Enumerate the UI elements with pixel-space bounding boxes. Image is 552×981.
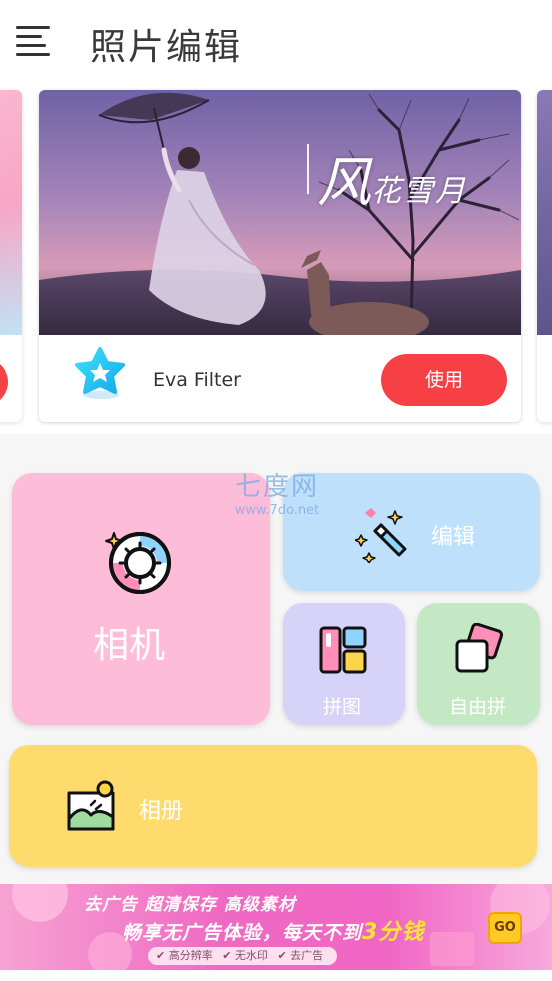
filter-carousel[interactable]: 风花雪月 Eva Filter 使用 (0, 84, 552, 434)
collage-tile[interactable]: 拼图 (283, 603, 405, 725)
photo-editor-screen: 照片编辑 风花雪月 Eva Filter 使用 相机 编辑 拼图 自由拼 相册 … (0, 0, 552, 981)
hamburger-menu-icon[interactable] (16, 26, 50, 56)
use-filter-button[interactable]: 使用 (381, 354, 507, 406)
card-thumbnail (0, 90, 22, 335)
carousel-card-next[interactable] (537, 90, 552, 422)
layout-grid-icon (319, 626, 367, 674)
banner-caption: 风花雪月 (317, 138, 467, 217)
album-tile[interactable]: 相册 (9, 745, 537, 867)
ad-price-highlight: 3分钱 (362, 920, 425, 945)
ad-feature-tags: ✔ 高分辨率 ✔ 无水印 ✔ 去广告 (148, 947, 338, 965)
ad-subline: 畅享无广告体验，每天不到3分钱 (122, 914, 424, 946)
ad-tag: ✔ 无水印 (222, 949, 268, 962)
carousel-card-previous[interactable] (0, 90, 22, 422)
ad-tag: ✔ 高分辨率 (156, 949, 213, 962)
ad-subline-text: 畅享无广告体验，每天不到 (122, 922, 363, 944)
camera-lens-icon (105, 532, 171, 594)
camera-label: 相机 (92, 625, 165, 666)
caption-divider (307, 144, 309, 194)
free-collage-tile[interactable]: 自由拼 (417, 603, 540, 725)
card-thumbnail (537, 90, 552, 335)
album-label: 相册 (139, 799, 184, 824)
magic-wand-icon (355, 508, 407, 563)
bottom-strip (0, 970, 552, 981)
landscape-photo-icon (67, 780, 115, 831)
card-use-button[interactable] (0, 358, 8, 406)
free-collage-label: 自由拼 (449, 696, 507, 718)
featured-banner-image[interactable]: 风花雪月 (39, 90, 521, 335)
collage-label: 拼图 (323, 696, 362, 718)
ad-headline: 去广告 超清保存 高级素材 (84, 895, 296, 915)
premium-ad-banner[interactable]: 去广告 超清保存 高级素材 畅享无广告体验，每天不到3分钱 ✔ 高分辨率 ✔ 无… (0, 884, 552, 970)
star-badge-icon (75, 347, 125, 399)
page-title: 照片编辑 (90, 27, 243, 68)
watermark-title: 七度网 (234, 472, 319, 502)
ad-go-button[interactable]: GO (488, 912, 522, 944)
app-header: 照片编辑 (0, 0, 552, 84)
site-watermark: 七度网 www.7do.net (222, 466, 332, 518)
edit-label: 编辑 (431, 525, 476, 550)
stacked-photos-icon (455, 623, 504, 673)
caption-big: 风 (317, 151, 371, 214)
ad-tag: ✔ 去广告 (277, 949, 324, 962)
watermark-url: www.7do.net (234, 503, 320, 518)
filter-name: Eva Filter (153, 369, 241, 391)
caption-small: 花雪月 (371, 174, 467, 209)
carousel-card-featured[interactable]: 风花雪月 Eva Filter 使用 (39, 90, 521, 422)
